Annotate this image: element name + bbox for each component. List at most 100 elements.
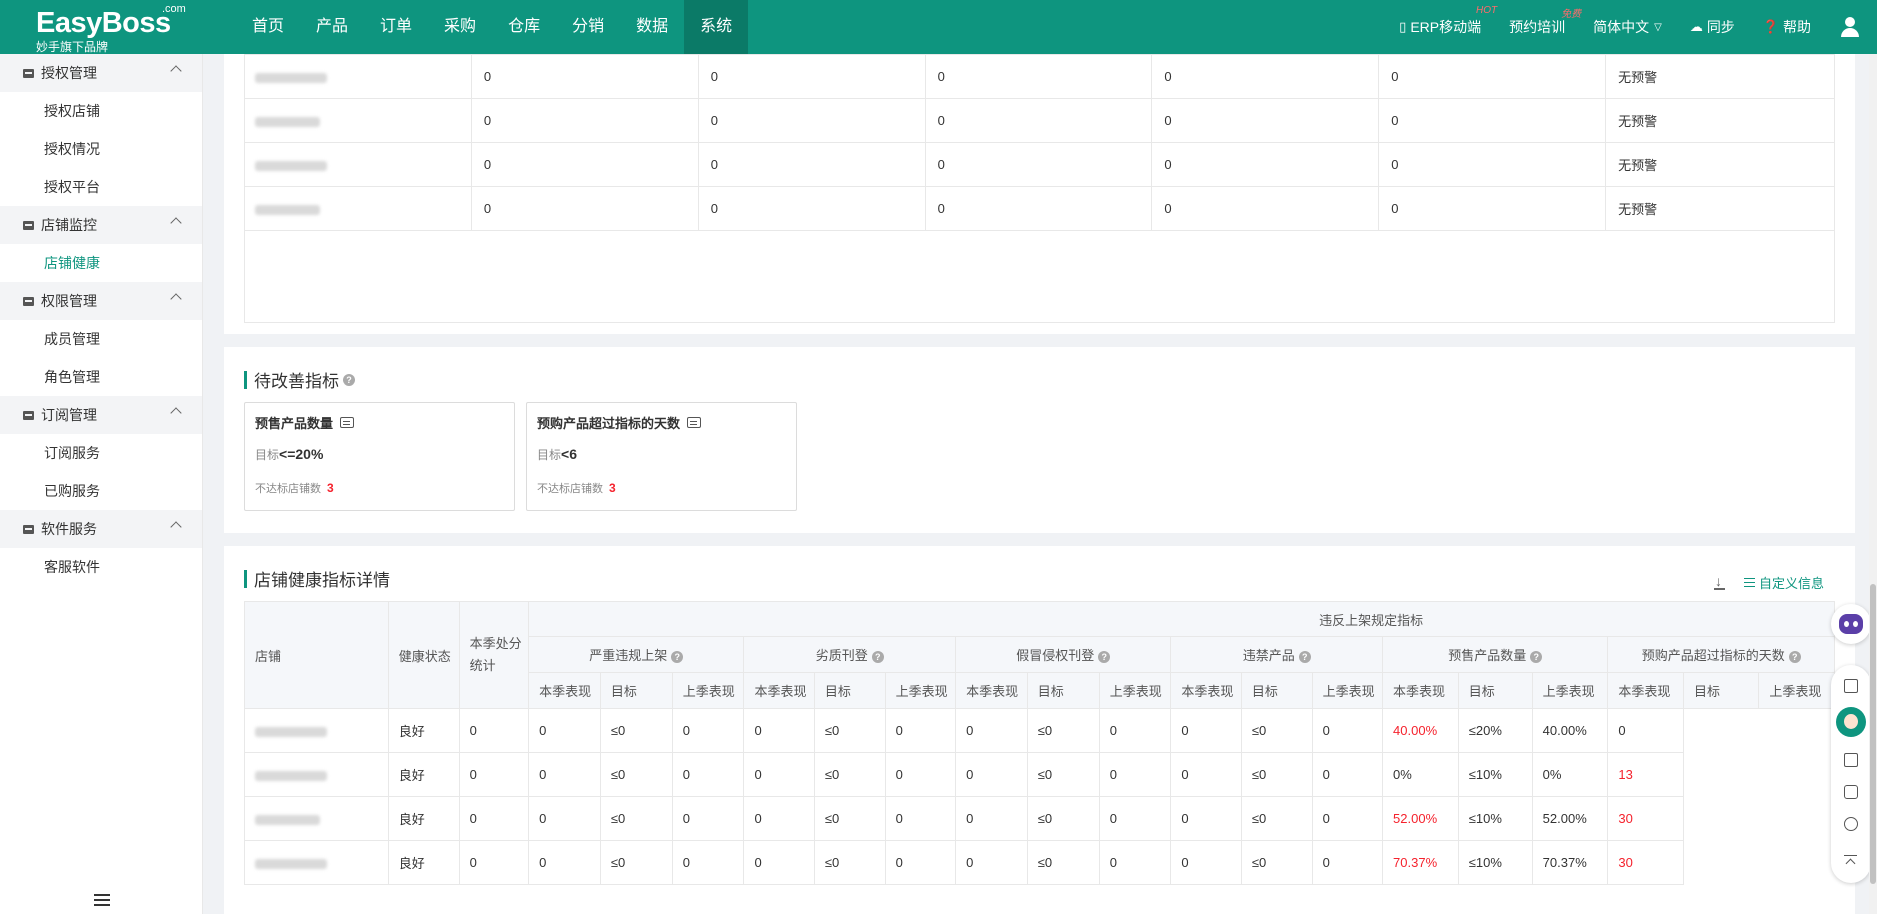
- metric-cell: ≤0: [1240, 840, 1313, 885]
- chevron-up-icon: [170, 521, 182, 533]
- exchange-icon[interactable]: [1844, 817, 1858, 831]
- sync-button[interactable]: ☁ 同步: [1690, 17, 1735, 37]
- metric-name: 预购产品超过指标的天数: [1641, 648, 1785, 663]
- redacted-text: [255, 160, 327, 171]
- scrollbar-thumb[interactable]: [1870, 584, 1876, 884]
- subcol-header: 上季表现: [1531, 672, 1609, 709]
- ai-assistant-button[interactable]: [1831, 604, 1871, 644]
- sidebar-group-2[interactable]: 权限管理: [0, 282, 202, 320]
- sidebar-group-0[interactable]: 授权管理: [0, 54, 202, 92]
- checklist-icon[interactable]: [1844, 679, 1858, 693]
- table-cell: 0: [1151, 98, 1380, 143]
- nav-item-3[interactable]: 采购: [428, 0, 492, 54]
- download-icon[interactable]: [1713, 573, 1726, 590]
- metric-cell: ≤10%: [1457, 840, 1533, 885]
- metric-cell: 0: [1098, 840, 1172, 885]
- redacted-text: [255, 726, 327, 737]
- nav-item-7[interactable]: 系统: [684, 0, 749, 54]
- metric-cell: ≤0: [813, 840, 886, 885]
- language-select[interactable]: 简体中文 ▽: [1593, 17, 1662, 37]
- sidebar-group-1[interactable]: 店铺监控: [0, 206, 202, 244]
- page-scrollbar[interactable]: [1869, 54, 1877, 914]
- table-row: 0 0 0 0 0 无预警: [244, 98, 1835, 143]
- user-avatar-icon[interactable]: [1839, 16, 1861, 38]
- help-question-icon[interactable]: ?: [1298, 651, 1311, 663]
- nav-item-4[interactable]: 仓库: [492, 0, 556, 54]
- metric-cell: 70.37%: [1531, 840, 1609, 885]
- sidebar-item[interactable]: 已购服务: [0, 472, 202, 510]
- miss-count[interactable]: 3: [609, 481, 616, 495]
- table-cell: 0: [1378, 142, 1607, 187]
- metric-cell: 0: [1607, 708, 1684, 753]
- nav-item-2[interactable]: 订单: [364, 0, 428, 54]
- metric-cell: ≤10%: [1457, 752, 1533, 797]
- table-row: 0 0 0 0 0 无预警: [244, 142, 1835, 187]
- help-button[interactable]: ❓ 帮助: [1763, 17, 1811, 37]
- metric-cell: ≤0: [599, 752, 673, 797]
- metric-cell: 0: [671, 708, 745, 753]
- sidebar-item[interactable]: 成员管理: [0, 320, 202, 358]
- subcol-header: 本季表现: [528, 672, 601, 709]
- store-icon: [22, 67, 35, 80]
- help-question-icon[interactable]: ?: [1788, 651, 1801, 663]
- nav-item-5[interactable]: 分销: [556, 0, 620, 54]
- sync-label: 同步: [1706, 19, 1735, 35]
- help-question-icon[interactable]: ?: [871, 651, 884, 663]
- warning-table: 0 0 0 0 0 无预警 0 0 0 0 0 无预警 0 0 0 0 0 无预警 0 0 0 0 0 无预警: [244, 54, 1835, 231]
- custom-info-button[interactable]: 自定义信息: [1759, 573, 1824, 592]
- metric-cell: ≤10%: [1457, 796, 1533, 841]
- training-link[interactable]: 预约培训 免费: [1509, 9, 1581, 37]
- table-empty-area: [244, 230, 1835, 323]
- sidebar-item[interactable]: 店铺健康: [0, 244, 202, 282]
- erp-mobile-link[interactable]: ▯ ERP移动端 HOT: [1399, 5, 1497, 37]
- indicator-card[interactable]: 预购产品超过指标的天数 目标<6 不达标店铺数 3: [526, 402, 797, 511]
- miss-count[interactable]: 3: [327, 481, 334, 495]
- nav-item-1[interactable]: 产品: [300, 0, 364, 54]
- metric-cell: ≤0: [599, 708, 673, 753]
- comment-icon[interactable]: [687, 417, 702, 428]
- health-cell: 良好: [387, 752, 460, 797]
- subcol-header: 上季表现: [1311, 672, 1384, 709]
- service-icon: [22, 523, 35, 536]
- metric-header: 预购产品超过指标的天数?: [1607, 636, 1835, 673]
- sidebar-item[interactable]: 订阅服务: [0, 434, 202, 472]
- sidebar-group-3[interactable]: 订阅管理: [0, 396, 202, 434]
- sidebar-group-label: 授权管理: [41, 65, 97, 81]
- sidebar-group-4[interactable]: 软件服务: [0, 510, 202, 548]
- detail-table-scroll[interactable]: 店铺 健康状态 本季处分统计 违反上架规定指标 严重违规上架? 劣质刊登? 假冒侵权刊登? 违…: [244, 601, 1835, 891]
- sidebar-item[interactable]: 角色管理: [0, 358, 202, 396]
- help-question-icon[interactable]: ?: [343, 373, 355, 386]
- metric-cell: ≤0: [1026, 840, 1100, 885]
- collapse-menu-icon[interactable]: [94, 894, 110, 906]
- help-question-icon[interactable]: ?: [1530, 651, 1543, 663]
- metric-cell: ≤0: [1240, 708, 1313, 753]
- penalty-cell: 0: [458, 752, 530, 797]
- guide-book-icon[interactable]: [1844, 753, 1858, 767]
- table-cell: 0: [697, 98, 926, 143]
- customer-service-avatar[interactable]: [1836, 707, 1866, 737]
- sidebar-item[interactable]: 授权店铺: [0, 92, 202, 130]
- sidebar-item[interactable]: 授权情况: [0, 130, 202, 168]
- metric-cell: 0: [1170, 708, 1242, 753]
- brand-logo[interactable]: EasyBoss .com 妙手旗下品牌: [36, 3, 186, 54]
- nav-item-0[interactable]: 首页: [236, 0, 300, 54]
- table-row: 良好 0 0 ≤0 0 0 ≤0 0 0 ≤0 0 0 ≤0 0 70.37% ≤10% 70.37% 30: [244, 840, 1835, 885]
- card-miss: 不达标店铺数 3: [255, 480, 334, 496]
- metric-cell: 0: [671, 796, 745, 841]
- sidebar-item[interactable]: 客服软件: [0, 548, 202, 586]
- chevron-up-icon: [170, 65, 182, 77]
- table-cell: 无预警: [1605, 98, 1835, 143]
- help-question-icon[interactable]: ?: [671, 651, 684, 663]
- feedback-icon[interactable]: [1844, 785, 1858, 799]
- comment-icon[interactable]: [340, 417, 355, 428]
- detail-panel: 店铺健康指标详情 自定义信息 店铺健康状态本季处分统计违反上架规定指标严重违规上…: [224, 546, 1855, 914]
- sidebar-group-label: 订阅管理: [41, 407, 97, 423]
- sidebar-item[interactable]: 授权平台: [0, 168, 202, 206]
- nav-item-6[interactable]: 数据: [620, 0, 684, 54]
- back-to-top-icon[interactable]: [1844, 855, 1858, 867]
- table-cell: 0: [924, 54, 1153, 99]
- table-cell: 0: [470, 54, 699, 99]
- indicator-card[interactable]: 预售产品数量 目标<=20% 不达标店铺数 3: [244, 402, 515, 511]
- help-question-icon[interactable]: ?: [1098, 651, 1111, 663]
- group-header: 违反上架规定指标: [528, 601, 1835, 637]
